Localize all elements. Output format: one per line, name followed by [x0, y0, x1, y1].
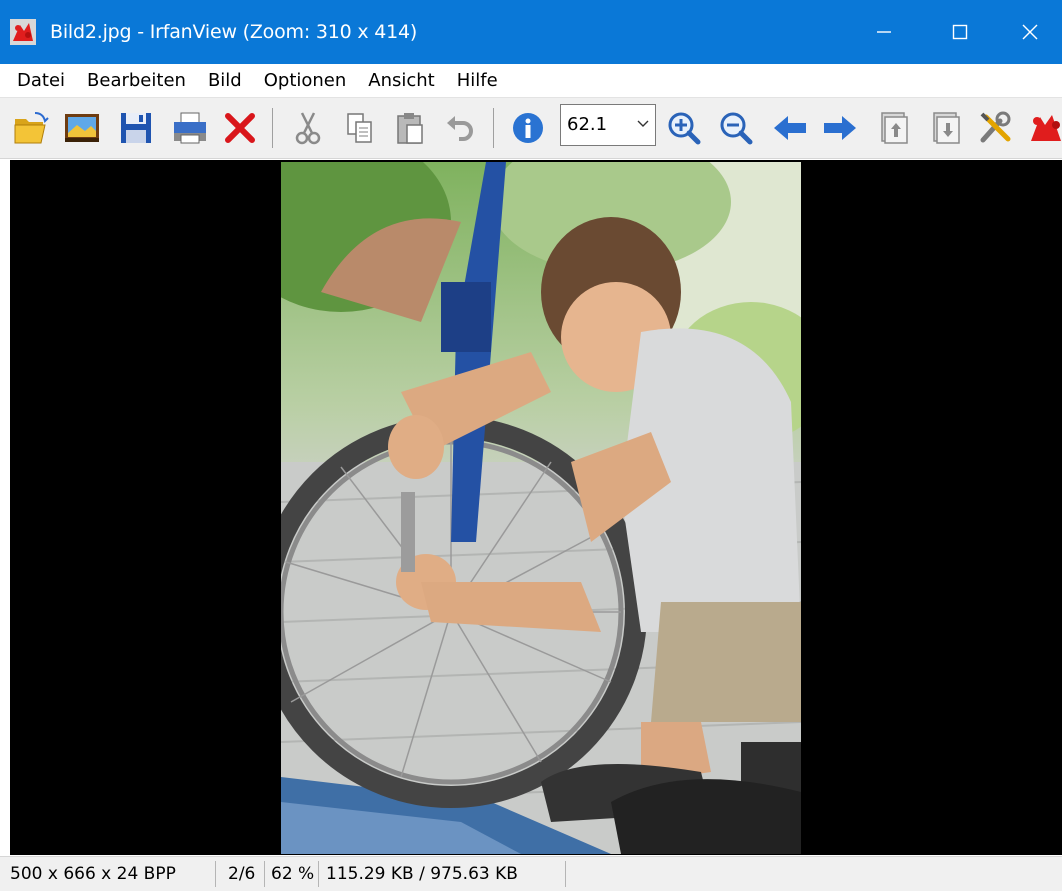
previous-button[interactable]: [770, 108, 810, 148]
print-button[interactable]: [170, 108, 210, 148]
tools-icon: [980, 111, 1011, 143]
maximize-button[interactable]: [922, 0, 998, 64]
slideshow-button[interactable]: [62, 108, 102, 148]
info-icon: [513, 113, 543, 143]
last-file-icon: [933, 112, 960, 144]
displayed-photo[interactable]: [281, 162, 801, 854]
zoom-value: 62.1: [567, 114, 608, 135]
save-icon: [121, 113, 151, 143]
status-dimensions: 500 x 666 x 24 BPP: [10, 864, 176, 884]
delete-icon: [225, 113, 255, 143]
chevron-down-icon[interactable]: [637, 119, 649, 129]
zoom-combobox[interactable]: 62.1: [560, 104, 656, 146]
slideshow-icon: [65, 114, 99, 142]
about-button[interactable]: [1026, 108, 1062, 148]
status-zoom-percent: 62 %: [271, 864, 315, 884]
window-title: Bild2.jpg - IrfanView (Zoom: 310 x 414): [50, 21, 418, 43]
status-divider: [264, 861, 265, 887]
next-button[interactable]: [820, 108, 860, 148]
toolbar: [0, 97, 1062, 159]
zoom-in-button[interactable]: [664, 108, 704, 148]
first-file-icon: [881, 112, 908, 144]
menu-datei[interactable]: Datei: [0, 67, 76, 95]
next-arrow-icon: [824, 116, 856, 140]
minimize-icon: [877, 31, 891, 33]
status-divider: [318, 861, 319, 887]
toolbar-separator: [272, 108, 273, 148]
status-file-size: 115.29 KB / 975.63 KB: [326, 864, 518, 884]
paste-button[interactable]: [390, 108, 430, 148]
open-folder-icon: [14, 112, 49, 144]
copy-icon: [347, 113, 372, 143]
cut-icon: [295, 112, 321, 145]
status-divider: [565, 861, 566, 887]
close-button[interactable]: [998, 0, 1062, 64]
menu-bild[interactable]: Bild: [197, 67, 253, 95]
irfanview-app-icon[interactable]: [10, 19, 36, 45]
toolbar-separator: [493, 108, 494, 148]
copy-button[interactable]: [340, 108, 380, 148]
menu-ansicht[interactable]: Ansicht: [357, 67, 445, 95]
cut-button[interactable]: [288, 108, 328, 148]
menu-hilfe[interactable]: Hilfe: [446, 67, 509, 95]
open-button[interactable]: [12, 108, 52, 148]
status-divider: [215, 861, 216, 887]
properties-button[interactable]: [976, 108, 1016, 148]
zoom-out-button[interactable]: [716, 108, 756, 148]
minimize-button[interactable]: [846, 0, 922, 64]
info-button[interactable]: [508, 108, 548, 148]
menu-bar: Datei Bearbeiten Bild Optionen Ansicht H…: [0, 64, 1062, 97]
delete-button[interactable]: [220, 108, 260, 148]
save-button[interactable]: [116, 108, 156, 148]
zoom-out-icon: [720, 112, 753, 145]
last-file-button[interactable]: [926, 108, 966, 148]
maximize-icon: [952, 24, 968, 40]
status-index: 2/6: [228, 864, 256, 884]
photo-image: [281, 162, 801, 854]
irfanview-icon: [1031, 115, 1061, 141]
print-icon: [174, 112, 206, 144]
undo-icon: [447, 116, 473, 141]
close-icon: [1022, 24, 1038, 40]
zoom-in-icon: [668, 112, 701, 145]
first-file-button[interactable]: [874, 108, 914, 148]
menu-optionen[interactable]: Optionen: [253, 67, 358, 95]
title-bar: Bild2.jpg - IrfanView (Zoom: 310 x 414): [0, 0, 1062, 64]
undo-button[interactable]: [440, 108, 480, 148]
previous-arrow-icon: [774, 116, 806, 140]
paste-icon: [397, 113, 423, 144]
status-bar: 500 x 666 x 24 BPP 2/6 62 % 115.29 KB / …: [0, 856, 1062, 891]
menu-bearbeiten[interactable]: Bearbeiten: [76, 67, 197, 95]
